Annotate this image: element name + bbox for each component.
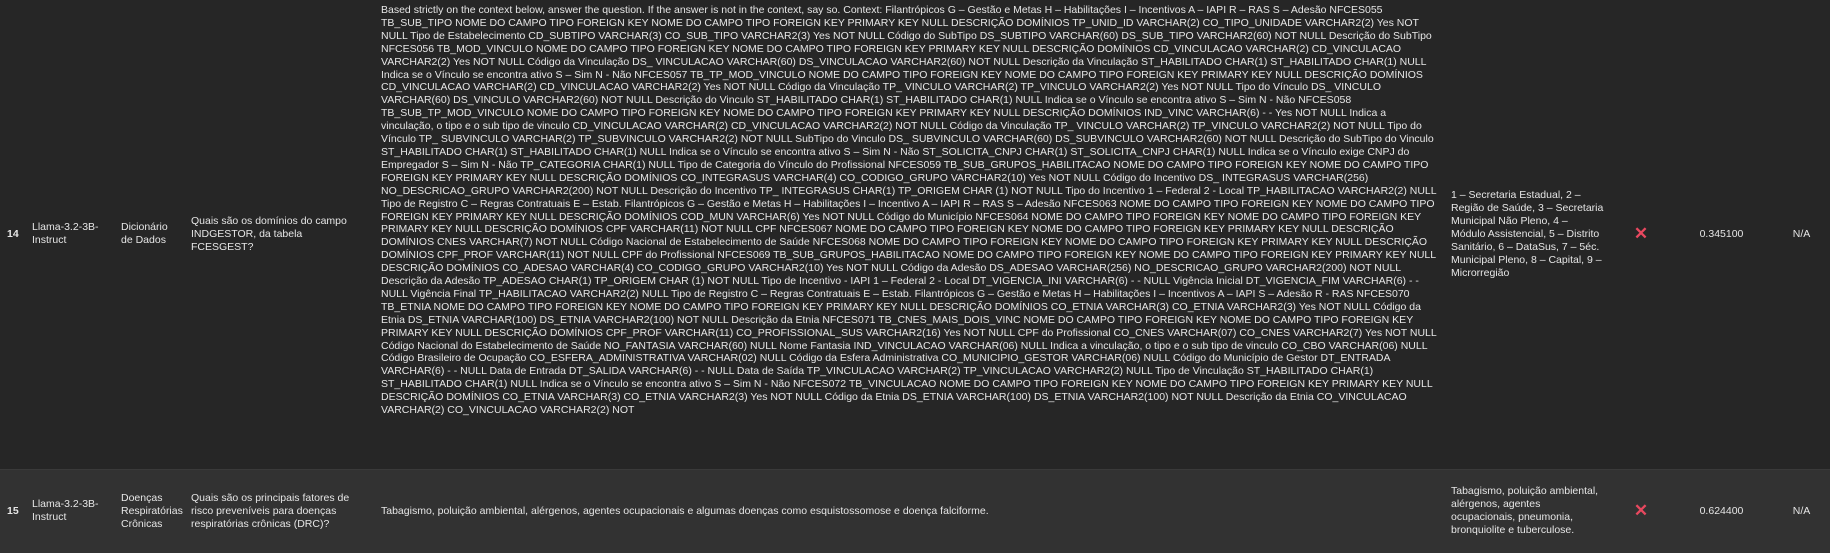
status-cell: ✕: [1612, 0, 1670, 470]
x-mark-icon: ✕: [1633, 501, 1649, 521]
extra-cell: N/A: [1792, 504, 1811, 517]
question-cell: Quais são os principais fatores de risco…: [191, 491, 350, 530]
results-table: 14 Llama-3.2-3B-Instruct Dicionário de D…: [0, 0, 1830, 553]
status-cell: ✕: [1612, 469, 1670, 553]
model-cell: Llama-3.2-3B-Instruct: [24, 0, 113, 470]
score-cell: 0.624400: [1699, 504, 1744, 517]
category-cell: Doenças Respiratórias Crônicas: [121, 491, 183, 530]
row-index: 15: [7, 504, 19, 517]
answer-cell: 1 – Secretaria Estadual, 2 – Região de S…: [1445, 0, 1612, 470]
context-cell: Based strictly on the context below, ans…: [373, 0, 1445, 470]
x-mark-icon: ✕: [1633, 224, 1649, 244]
table-row: 15 Llama-3.2-3B-Instruct Doenças Respira…: [0, 469, 1830, 553]
context-cell: Tabagismo, poluição ambiental, alérgenos…: [381, 504, 989, 517]
extra-cell: N/A: [1773, 0, 1830, 470]
model-cell: Llama-3.2-3B-Instruct: [32, 498, 99, 524]
table-row: 14 Llama-3.2-3B-Instruct Dicionário de D…: [0, 0, 1830, 470]
category-cell: Dicionário de Dados: [113, 0, 183, 470]
answer-cell: Tabagismo, poluição ambiental, alérgenos…: [1451, 485, 1599, 537]
question-cell: Quais são os domínios do campo INDGESTOR…: [183, 0, 373, 470]
row-index: 14: [0, 0, 24, 470]
score-cell: 0.345100: [1670, 0, 1773, 470]
